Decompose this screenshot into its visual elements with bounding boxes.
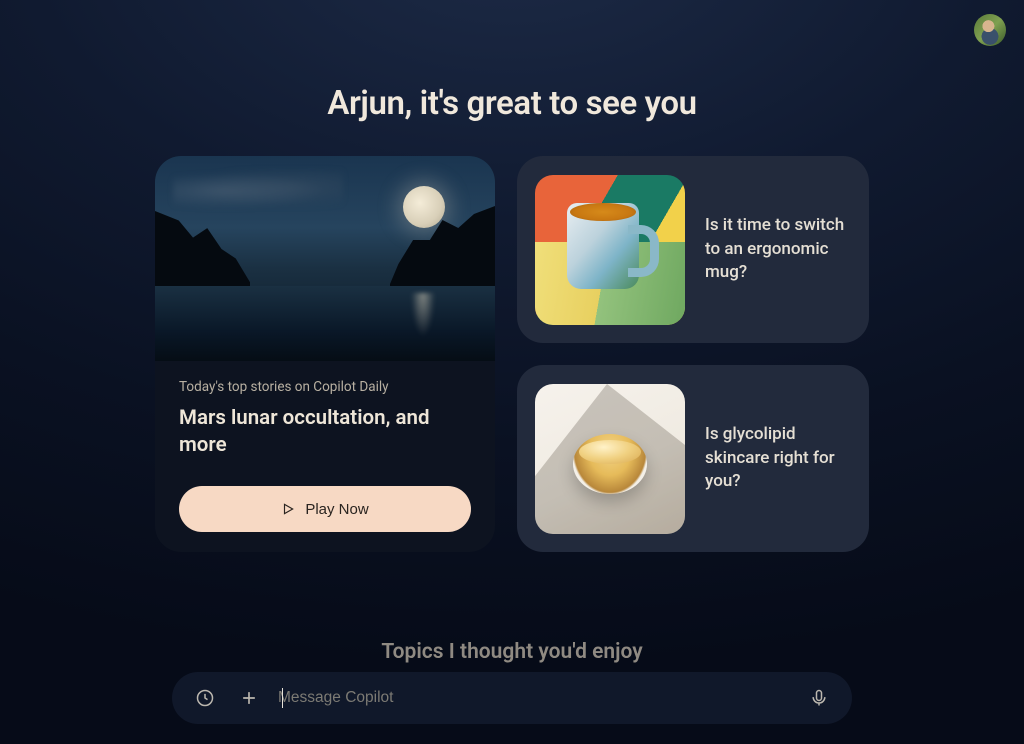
message-input[interactable]	[278, 689, 790, 707]
greeting-title: Arjun, it's great to see you	[327, 84, 696, 123]
suggestion-card-skincare[interactable]: Is glycolipid skincare right for you?	[517, 365, 869, 552]
daily-card-image	[155, 156, 495, 361]
mic-button[interactable]	[804, 683, 834, 713]
suggestion-text: Is it time to switch to an ergonomic mug…	[705, 214, 851, 285]
content-cards: Today's top stories on Copilot Daily Mar…	[155, 156, 869, 552]
suggestion-image-mug	[535, 175, 685, 325]
play-now-button[interactable]: Play Now	[179, 486, 471, 532]
daily-kicker: Today's top stories on Copilot Daily	[179, 379, 471, 395]
topics-subtitle: Topics I thought you'd enjoy	[381, 640, 642, 664]
daily-card[interactable]: Today's top stories on Copilot Daily Mar…	[155, 156, 495, 552]
daily-headline: Mars lunar occultation, and more	[179, 405, 471, 458]
plus-icon	[239, 688, 259, 708]
suggestion-image-skincare	[535, 384, 685, 534]
mic-icon	[809, 688, 829, 708]
suggestion-card-mug[interactable]: Is it time to switch to an ergonomic mug…	[517, 156, 869, 343]
avatar[interactable]	[974, 14, 1006, 46]
play-icon	[281, 502, 295, 516]
suggestion-text: Is glycolipid skincare right for you?	[705, 423, 851, 494]
add-button[interactable]	[234, 683, 264, 713]
text-caret	[282, 688, 283, 708]
message-composer	[172, 672, 852, 724]
history-button[interactable]	[190, 683, 220, 713]
history-icon	[195, 688, 215, 708]
play-now-label: Play Now	[305, 501, 368, 518]
